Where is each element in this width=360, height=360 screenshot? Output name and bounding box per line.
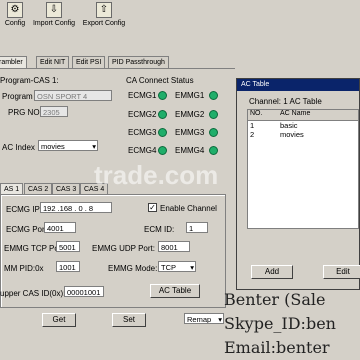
import-config-button[interactable]: ⇩ Import Config — [30, 2, 78, 27]
channel-label: Channel: 1 AC Table — [249, 97, 322, 106]
main-tab-bar: rambler Edit NIT Edit PSI PID Passthroug… — [0, 56, 235, 69]
tab-edit-nit[interactable]: Edit NIT — [36, 56, 70, 68]
export-config-button[interactable]: ⇧ Export Config — [80, 2, 128, 27]
emmg-udp-port-field[interactable]: 8001 — [158, 241, 190, 252]
emmg-tcp-port-field[interactable]: 5001 — [56, 241, 80, 252]
watermark-trade: trade.com — [94, 160, 219, 190]
tab-edit-psi[interactable]: Edit PSI — [72, 56, 106, 68]
emm-pid-field[interactable]: 1001 — [56, 261, 80, 272]
ca-status-title: CA Connect Status — [126, 76, 194, 85]
ecmg3-status-icon — [158, 128, 167, 137]
import-icon: ⇩ — [46, 2, 62, 18]
edit-button[interactable]: Edit — [323, 265, 360, 279]
config-tool-button[interactable]: ⚙ Config — [0, 2, 30, 27]
ac-table-button[interactable]: AC Table — [150, 284, 200, 298]
watermark-line-2: Skype_ID:ben — [224, 314, 336, 333]
emm-pid-label: MM PID:0x — [4, 264, 44, 273]
chevron-down-icon: ▾ — [218, 315, 222, 324]
dialog-title: AC Table — [237, 79, 359, 91]
prg-no-label: PRG NO. — [8, 108, 42, 117]
ecmg3-label: ECMG3 — [128, 128, 157, 137]
emmg4-status-icon — [209, 146, 218, 155]
import-label: Import Config — [32, 20, 76, 27]
tab-pid-passthrough[interactable]: PID Passthrough — [108, 56, 169, 68]
ac-index-select[interactable]: movies ▾ — [38, 140, 98, 151]
emmg3-label: EMMG3 — [175, 128, 205, 137]
emmg3-status-icon — [209, 128, 218, 137]
row-name: basic — [280, 121, 298, 130]
remap-value: Remap — [187, 315, 212, 324]
emmg4-label: EMMG4 — [175, 146, 205, 155]
ecmg4-status-icon — [158, 146, 167, 155]
ecmg-ip-field[interactable]: 192 .168 . 0 . 8 — [40, 202, 112, 213]
supper-cas-id-field[interactable]: 00001001 — [64, 286, 104, 297]
prg-no-field[interactable]: 2305 — [40, 106, 68, 117]
watermark-line-3: Email:benter — [224, 338, 330, 357]
chevron-down-icon: ▾ — [190, 263, 194, 272]
row-no: 1 — [250, 121, 255, 130]
enable-channel-checkbox[interactable]: ✓ — [148, 203, 157, 212]
chevron-down-icon: ▾ — [92, 142, 96, 151]
column-ac-name[interactable]: AC Name — [278, 110, 358, 120]
ecmg2-label: ECMG2 — [128, 110, 157, 119]
config-label: Config — [4, 20, 26, 27]
export-icon: ⇧ — [96, 2, 112, 18]
ecmg1-label: ECMG1 — [128, 91, 157, 100]
remap-select[interactable]: Remap ▾ — [184, 313, 224, 324]
row-name: movies — [280, 130, 304, 139]
set-button[interactable]: Set — [112, 313, 146, 327]
emmg-mode-label: EMMG Mode: — [108, 264, 158, 273]
ecm-id-field[interactable]: 1 — [186, 222, 208, 233]
row-no: 2 — [250, 130, 255, 139]
enable-channel-label: Enable Channel — [160, 204, 217, 213]
ecmg1-status-icon — [158, 91, 167, 100]
export-label: Export Config — [82, 20, 126, 27]
config-icon: ⚙ — [7, 2, 23, 18]
tab-scrambler[interactable]: rambler — [0, 56, 27, 68]
list-item[interactable]: 1 basic — [248, 121, 358, 130]
program-field[interactable]: OSN SPORT 4 — [34, 90, 112, 101]
column-no[interactable]: NO. — [248, 110, 278, 120]
ecm-id-label: ECM ID: — [144, 225, 175, 234]
add-button[interactable]: Add — [251, 265, 293, 279]
emmg-mode-value: TCP — [161, 263, 176, 272]
program-group-header: Program-CAS 1: — [0, 76, 59, 85]
ac-table-list: NO. AC Name 1 basic 2 movies — [247, 109, 359, 229]
program-label: Program — [2, 92, 33, 101]
emmg1-label: EMMG1 — [175, 91, 205, 100]
ecmg2-status-icon — [158, 110, 167, 119]
ac-index-label: AC Index — [2, 143, 35, 152]
supper-cas-id-label: upper CAS ID(0x): — [0, 289, 66, 298]
ac-table-dialog: AC Table Channel: 1 AC Table NO. AC Name… — [236, 78, 360, 290]
watermark-line-1: Benter (Sale — [224, 290, 326, 309]
ecmg-port-field[interactable]: 4001 — [44, 222, 76, 233]
emmg2-status-icon — [209, 110, 218, 119]
list-header: NO. AC Name — [248, 110, 358, 121]
emmg1-status-icon — [209, 91, 218, 100]
emmg-udp-port-label: EMMG UDP Port: — [92, 244, 155, 253]
ecmg-ip-label: ECMG IP: — [6, 205, 43, 214]
ecmg4-label: ECMG4 — [128, 146, 157, 155]
ecmg-port-label: ECMG Port: — [6, 225, 50, 234]
ac-index-value: movies — [41, 142, 65, 151]
emmg-mode-select[interactable]: TCP ▾ — [158, 261, 196, 272]
get-button[interactable]: Get — [42, 313, 76, 327]
list-item[interactable]: 2 movies — [248, 130, 358, 139]
emmg2-label: EMMG2 — [175, 110, 205, 119]
